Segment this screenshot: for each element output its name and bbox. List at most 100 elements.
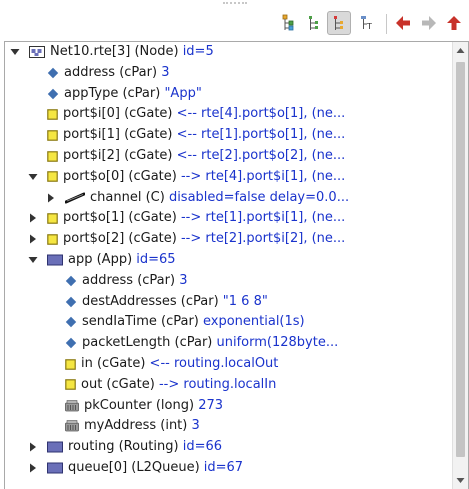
back-arrow-icon[interactable] — [393, 13, 413, 33]
tree-row-value: <-- rte[1].port$o[1], (ne... — [176, 127, 346, 143]
tree-inherit-icon[interactable]: T — [357, 13, 377, 33]
parameter-icon — [65, 333, 77, 353]
tree-row-value: id=66 — [182, 439, 223, 455]
inspector-toolbar: T — [0, 8, 469, 40]
tree-row[interactable]: port$o[0] (cGate) --> rte[4].port$i[1], … — [5, 167, 451, 187]
tree-row-label: pkCounter (long) — [84, 397, 199, 413]
tree-row-label: sendIaTime (cPar) — [82, 314, 203, 330]
watch-icon — [65, 416, 79, 436]
tree-row-label: out (cGate) — [81, 376, 159, 392]
tree-row-value: <-- rte[2].port$o[2], (ne... — [176, 148, 346, 163]
tree-row[interactable]: pkCounter (long) 273 — [5, 396, 451, 416]
tree-row[interactable]: sendIaTime (cPar) exponential(1s) — [5, 312, 451, 332]
vertical-scrollbar[interactable] — [452, 42, 468, 489]
tree-row-value: disabled=false delay=0.0... — [168, 189, 350, 205]
tree-row-label: in (cGate) — [81, 356, 150, 371]
tree-row-value: 3 — [191, 418, 200, 434]
tree-row-label: port$o[0] (cGate) — [63, 168, 181, 184]
tree-row-value: uniform(128byte... — [216, 335, 339, 351]
tree-row-label: queue[0] (L2Queue) — [68, 460, 204, 475]
expand-arrow-icon[interactable] — [45, 188, 57, 208]
collapse-arrow-icon[interactable] — [9, 42, 21, 62]
parameter-icon — [47, 84, 59, 104]
tree-children-icon[interactable] — [327, 11, 351, 35]
tree-row-label: port$o[1] (cGate) — [63, 210, 181, 226]
tree-row[interactable]: port$i[2] (cGate) <-- rte[2].port$o[2], … — [5, 146, 451, 166]
gate-icon — [47, 146, 58, 166]
tree-row-value: 3 — [179, 272, 188, 288]
scroll-down-icon[interactable] — [456, 475, 465, 485]
gate-icon — [47, 125, 58, 145]
tree-row[interactable]: app (App) id=65 — [5, 250, 451, 270]
tree-row[interactable]: port$o[1] (cGate) --> rte[1].port$i[1], … — [5, 208, 451, 228]
scroll-up-icon[interactable] — [456, 46, 465, 56]
tree-row-label: port$i[0] (cGate) — [63, 106, 177, 122]
tree-row-value: --> rte[2].port$i[2], (ne... — [180, 231, 346, 247]
submodule-icon — [47, 437, 63, 457]
tree-row-value: id=5 — [182, 44, 214, 59]
tree-row[interactable]: queue[0] (L2Queue) id=67 — [5, 458, 451, 478]
tree-row-value: --> rte[1].port$i[1], (ne... — [180, 210, 346, 226]
expand-arrow-icon[interactable] — [27, 229, 39, 249]
gate-icon — [47, 104, 58, 124]
parameter-icon — [47, 63, 59, 83]
tree-row[interactable]: Net10.rte[3] (Node) id=5 — [5, 42, 451, 62]
forward-arrow-icon[interactable] — [419, 13, 439, 33]
parameter-icon — [65, 312, 77, 332]
collapse-arrow-icon[interactable] — [27, 167, 39, 187]
gate-icon — [65, 354, 76, 374]
object-tree[interactable]: Net10.rte[3] (Node) id=5 address (cPar) 3… — [4, 41, 469, 489]
tree-row-label: address (cPar) — [82, 272, 180, 288]
tree-row-label: routing (Routing) — [68, 439, 183, 455]
tree-row-value: <-- routing.localOut — [149, 356, 279, 371]
tree-expand-icon[interactable] — [279, 13, 299, 33]
tree-row-label: appType (cPar) — [64, 85, 165, 101]
submodule-icon — [47, 458, 63, 478]
tree-row-value: "App" — [164, 85, 202, 101]
tree-row-value: id=67 — [203, 460, 244, 475]
tree-row-label: destAddresses (cPar) — [82, 293, 223, 309]
gate-icon — [65, 375, 76, 395]
tree-row[interactable]: appType (cPar) "App" — [5, 84, 451, 104]
tree-row-value: --> rte[4].port$i[1], (ne... — [180, 168, 346, 184]
tree-row-label: port$i[2] (cGate) — [63, 148, 177, 163]
parameter-icon — [65, 271, 77, 291]
gate-icon — [47, 167, 58, 187]
tree-row-label: port$i[1] (cGate) — [63, 127, 177, 143]
tree-row[interactable]: packetLength (cPar) uniform(128byte... — [5, 333, 451, 353]
tree-row[interactable]: port$i[0] (cGate) <-- rte[4].port$o[1], … — [5, 104, 451, 124]
tree-row-value: <-- rte[4].port$o[1], (ne... — [176, 106, 346, 122]
tree-row-label: Net10.rte[3] (Node) — [50, 44, 183, 59]
tree-row-value: --> routing.localIn — [158, 376, 277, 392]
tree-row[interactable]: port$o[2] (cGate) --> rte[2].port$i[2], … — [5, 229, 451, 249]
expand-arrow-icon[interactable] — [27, 208, 39, 228]
up-arrow-icon[interactable] — [444, 13, 464, 33]
tree-row-value: 273 — [198, 397, 224, 413]
tree-row-label: packetLength (cPar) — [82, 335, 217, 351]
tree-row-label: channel (C) — [90, 189, 169, 205]
tree-row[interactable]: out (cGate) --> routing.localIn — [5, 375, 451, 395]
tree-row[interactable]: channel (C) disabled=false delay=0.0... — [5, 188, 451, 208]
expand-arrow-icon[interactable] — [27, 458, 39, 478]
tree-row[interactable]: routing (Routing) id=66 — [5, 437, 451, 457]
tree-flat-icon[interactable] — [304, 13, 324, 33]
parameter-icon — [65, 292, 77, 312]
tree-row[interactable]: myAddress (int) 3 — [5, 416, 451, 436]
scrollbar-thumb[interactable] — [456, 62, 465, 457]
tree-row[interactable]: address (cPar) 3 — [5, 63, 451, 83]
tree-row-label: port$o[2] (cGate) — [63, 231, 181, 247]
tree-row[interactable]: port$i[1] (cGate) <-- rte[1].port$o[1], … — [5, 125, 451, 145]
tree-row-label: myAddress (int) — [84, 418, 192, 434]
svg-text:T: T — [366, 22, 372, 31]
tree-row-value: exponential(1s) — [203, 314, 305, 330]
tree-row[interactable]: destAddresses (cPar) "1 6 8" — [5, 292, 451, 312]
expand-arrow-icon[interactable] — [27, 437, 39, 457]
tree-row[interactable]: in (cGate) <-- routing.localOut — [5, 354, 451, 374]
tree-row-value: 3 — [161, 64, 170, 80]
tree-row-value: "1 6 8" — [222, 293, 268, 309]
tree-row-value: id=65 — [136, 252, 176, 267]
watch-icon — [65, 396, 79, 416]
channel-icon — [65, 188, 85, 208]
collapse-arrow-icon[interactable] — [27, 250, 39, 270]
tree-row[interactable]: address (cPar) 3 — [5, 271, 451, 291]
